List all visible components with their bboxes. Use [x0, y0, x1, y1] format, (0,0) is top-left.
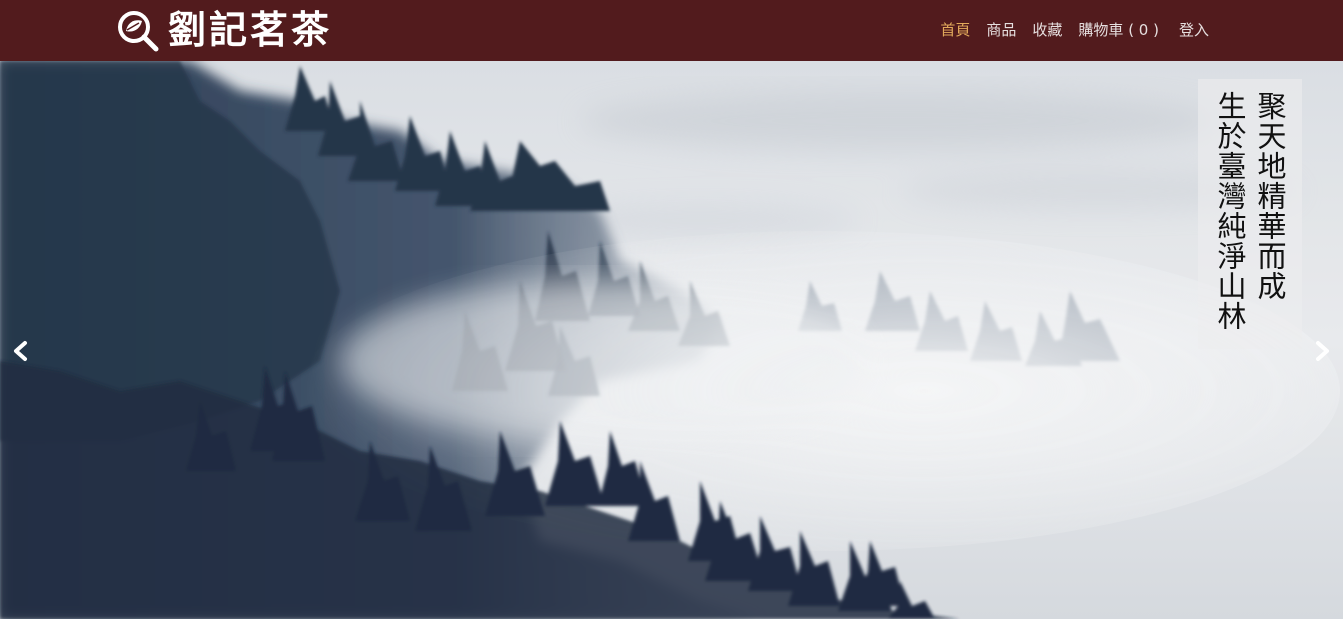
- caption-line-1: 聚天地精華而成: [1253, 91, 1287, 301]
- top-navbar: 劉記茗茶 首頁 商品 收藏 購物車 ( 0 ) 登入: [0, 0, 1343, 61]
- carousel-next-button[interactable]: [1303, 331, 1343, 371]
- nav-products[interactable]: 商品: [978, 0, 1024, 61]
- main-nav: 首頁 商品 收藏 購物車 ( 0 ) 登入: [932, 0, 1217, 61]
- chevron-right-icon: [1316, 341, 1329, 361]
- caption-line-2: 生於臺灣純淨山林: [1213, 91, 1247, 331]
- nav-home[interactable]: 首頁: [932, 0, 978, 61]
- hero-caption: 聚天地精華而成 生於臺灣純淨山林: [1198, 79, 1302, 349]
- nav-favorites[interactable]: 收藏: [1024, 0, 1070, 61]
- chevron-left-icon: [14, 341, 27, 361]
- misty-forest-image: [0, 61, 1343, 619]
- hero-carousel: 聚天地精華而成 生於臺灣純淨山林: [0, 61, 1343, 619]
- search-leaf-icon: [118, 11, 159, 52]
- brand-logo[interactable]: 劉記茗茶: [114, 6, 332, 54]
- nav-cart[interactable]: 購物車 ( 0 ): [1070, 0, 1167, 61]
- carousel-prev-button[interactable]: [0, 331, 40, 371]
- brand-name: 劉記茗茶: [168, 7, 333, 52]
- nav-login[interactable]: 登入: [1171, 0, 1217, 61]
